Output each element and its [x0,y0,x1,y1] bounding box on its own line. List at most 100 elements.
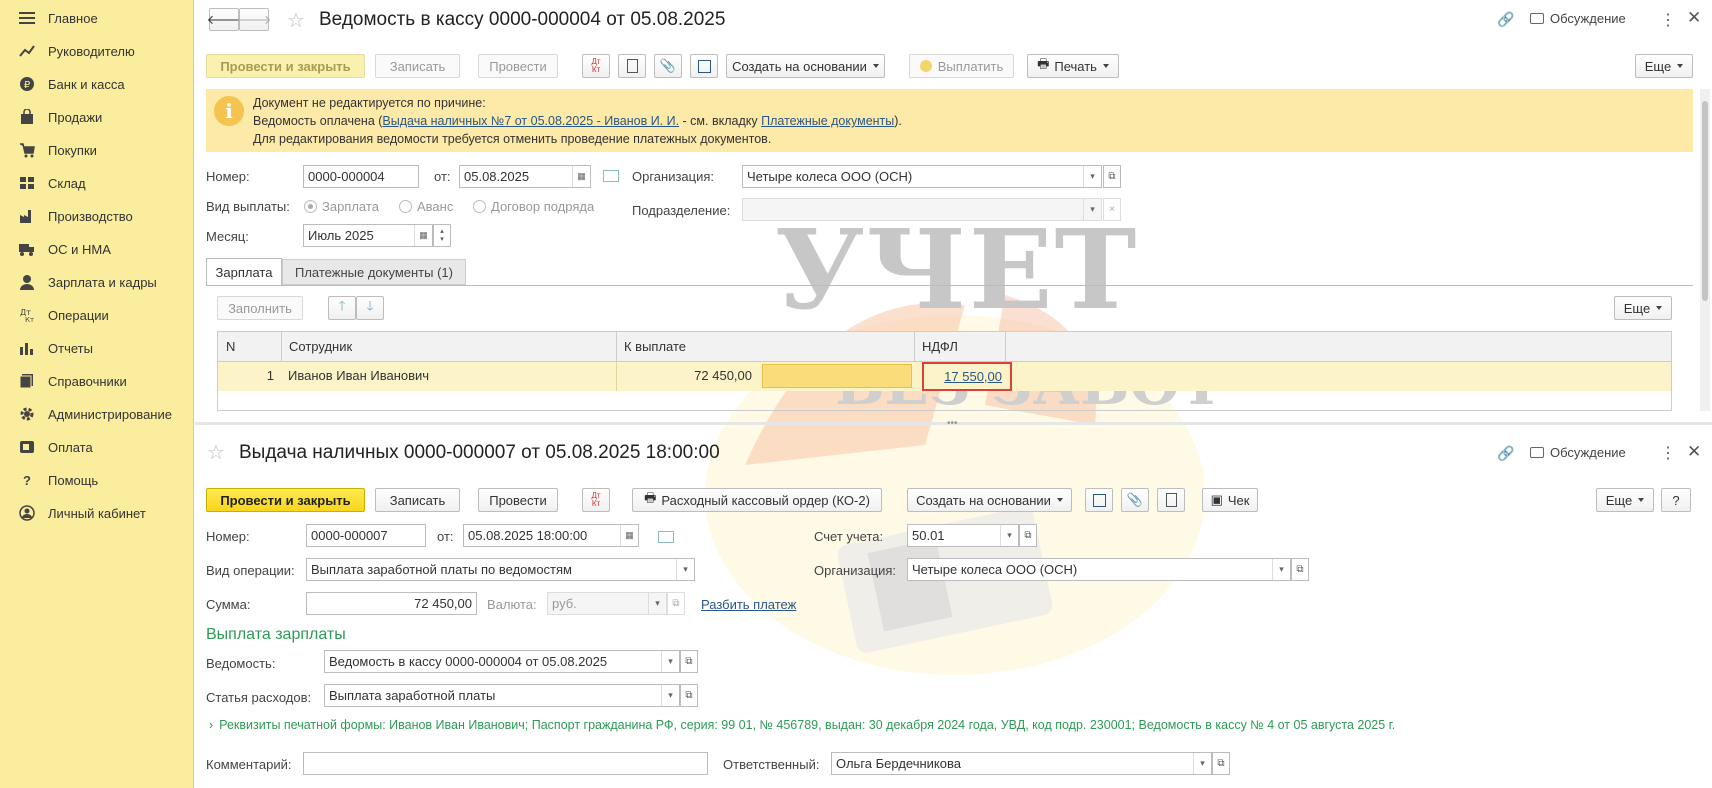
calendar-icon[interactable]: ▦ [414,225,432,246]
radio-salary[interactable]: Зарплата [304,199,379,214]
sidebar-item-main[interactable]: Главное [0,0,194,36]
col-ndfl-header[interactable]: НДФЛ [914,332,1006,362]
dropdown-icon[interactable]: ▾ [1083,166,1101,187]
dropdown-icon[interactable]: ▾ [661,651,679,672]
open-expense-icon[interactable]: ⧉ [680,684,698,707]
payment-doc-link[interactable]: Выдача наличных №7 от 05.08.2025 - Ивано… [382,114,679,128]
dropdown-icon[interactable]: ▾ [1272,559,1290,580]
open-org-icon[interactable]: ⧉ [1291,558,1309,581]
dt-kt-button[interactable]: Дт Кт [582,54,610,78]
save-button[interactable]: Записать [375,54,460,78]
dropdown-icon[interactable]: ▾ [1193,753,1211,774]
create-based-button[interactable]: Создать на основании [726,54,885,78]
sidebar-item-assets[interactable]: ОС и НМА [0,231,194,267]
dropdown-icon[interactable]: ▾ [661,685,679,706]
open-resp-icon[interactable]: ⧉ [1212,752,1230,775]
account-field[interactable]: 50.01 ▾ [907,524,1019,547]
link-icon[interactable]: 🔗 [1497,445,1514,462]
list-button[interactable] [1157,488,1185,512]
split-payment-link[interactable]: Разбить платеж [701,597,796,612]
sidebar-item-admin[interactable]: Администрирование [0,396,194,432]
create-based-button[interactable]: Создать на основании [907,488,1072,512]
sidebar-item-payment[interactable]: Оплата [0,429,194,465]
cell-ndfl[interactable]: 17 550,00 [922,362,1012,391]
save-button[interactable]: Записать [375,488,460,512]
scrollbar-thumb[interactable] [1702,101,1708,301]
sidebar-item-manager[interactable]: Руководителю [0,33,194,69]
ndfl-value-link[interactable]: 17 550,00 [944,369,1002,384]
col-amount-header[interactable]: К выплате [616,332,914,362]
sidebar-item-catalogs[interactable]: Справочники [0,363,194,399]
dropdown-icon[interactable]: ▾ [1000,525,1018,546]
back-button[interactable]: 🡐 [207,8,241,31]
dept-field[interactable]: ▾ [742,198,1102,221]
doc1-scrollbar[interactable] [1700,89,1710,411]
close-icon[interactable]: ✕ [1687,442,1701,462]
radio-advance[interactable]: Аванс [399,199,453,214]
number-field[interactable]: 0000-000004 [303,165,419,188]
link-icon[interactable]: 🔗 [1497,11,1514,28]
discuss-button[interactable]: Обсуждение [1530,11,1626,26]
post-close-button[interactable]: Провести и закрыть [206,54,365,78]
post-close-button[interactable]: Провести и закрыть [206,488,365,512]
sidebar-item-purchases[interactable]: Покупки [0,132,194,168]
calendar-icon[interactable]: ▦ [572,166,590,187]
post-button[interactable]: Провести [478,488,558,512]
col-employee-header[interactable]: Сотрудник [281,332,359,362]
pay-button[interactable]: Выплатить [909,54,1014,78]
payment-docs-tab-link[interactable]: Платежные документы [761,114,894,128]
statement-field[interactable]: Ведомость в кассу 0000-000004 от 05.08.2… [324,650,680,673]
dropdown-icon[interactable]: ▾ [648,593,666,614]
table-row[interactable]: 1 Иванов Иван Иванович 72 450,00 17 550,… [218,362,1671,391]
sidebar-item-warehouse[interactable]: Склад [0,165,194,201]
print-button[interactable]: 🖶 Печать [1027,54,1119,78]
open-statement-icon[interactable]: ⧉ [680,650,698,673]
dt-kt-button[interactable]: Дт Кт [582,488,610,512]
sidebar-item-operations[interactable]: Дт Кт Операции [0,297,194,333]
currency-field[interactable]: руб. ▾ [547,592,667,615]
date-field[interactable]: 05.08.2025 ▦ [459,165,591,188]
move-down-button[interactable]: 🡓 [356,296,384,320]
doc1-more-button[interactable]: Еще [1635,54,1693,78]
move-up-button[interactable]: 🡑 [328,296,356,320]
sidebar-item-bank[interactable]: ₽ Банк и касса [0,66,194,102]
more-vert-icon[interactable]: ⋮ [1660,10,1676,30]
fill-button[interactable]: Заполнить [217,296,303,320]
help-button[interactable]: ? [1661,488,1691,512]
table-more-button[interactable]: Еще [1614,296,1672,320]
cash-order-button[interactable]: 🖶 Расходный кассовый ордер (КО-2) [632,488,882,512]
check-button[interactable]: ▣ Чек [1202,488,1258,512]
number-field[interactable]: 0000-000007 [306,524,426,547]
sidebar-item-reports[interactable]: Отчеты [0,330,194,366]
expense-field[interactable]: Выплата заработной платы ▾ [324,684,680,707]
sum-field[interactable]: 72 450,00 [306,592,477,615]
month-field[interactable]: Июль 2025 ▦ [303,224,433,247]
post-button[interactable]: Провести [478,54,558,78]
dropdown-icon[interactable]: ▾ [1083,199,1101,220]
org-field[interactable]: Четыре колеса ООО (ОСН) ▾ [742,165,1102,188]
close-icon[interactable]: ✕ [1687,8,1701,28]
open-account-icon[interactable]: ⧉ [1019,524,1037,547]
clear-dept-icon[interactable]: × [1103,198,1121,221]
sidebar-item-production[interactable]: Производство [0,198,194,234]
favorite-star-icon[interactable]: ☆ [207,440,225,465]
sidebar-item-account[interactable]: Личный кабинет [0,495,194,531]
structure-button[interactable] [690,54,718,78]
op-field[interactable]: Выплата заработной платы по ведомостям ▾ [306,558,695,581]
list-button[interactable] [618,54,646,78]
discuss-button[interactable]: Обсуждение [1530,445,1626,460]
sidebar-item-help[interactable]: ? Помощь [0,462,194,498]
radio-contract[interactable]: Договор подряда [473,199,594,214]
more-vert-icon[interactable]: ⋮ [1660,443,1676,463]
comment-field[interactable] [303,752,708,775]
tab-payment-docs[interactable]: Платежные документы (1) [282,259,466,285]
forward-button[interactable]: 🡒 [237,8,271,31]
open-currency-icon[interactable]: ⧉ [667,592,685,615]
col-n-header[interactable]: N [226,339,235,354]
cell-amount-edit[interactable] [762,364,912,388]
structure-button[interactable] [1085,488,1113,512]
requisites-group[interactable]: › Реквизиты печатной формы: Иванов Иван И… [209,718,1395,732]
attach-button[interactable]: 📎 [654,54,682,78]
open-org-icon[interactable]: ⧉ [1103,165,1121,188]
attach-button[interactable]: 📎 [1121,488,1149,512]
